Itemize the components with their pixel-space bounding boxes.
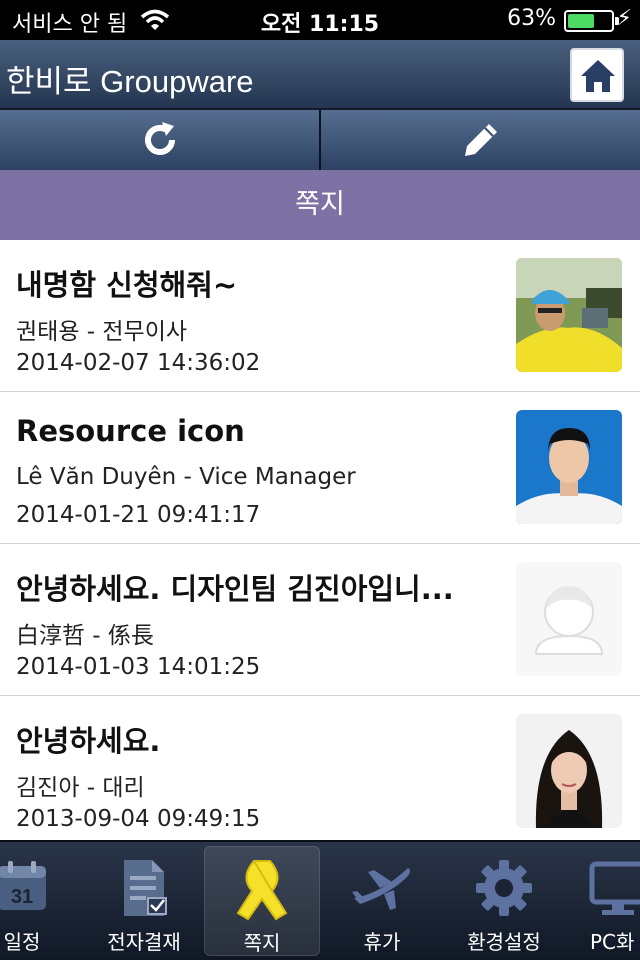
- tab-label: 쪽지: [243, 931, 281, 955]
- refresh-button[interactable]: [0, 110, 321, 170]
- tab-schedule[interactable]: 31 일정: [0, 846, 70, 956]
- tab-bar: 31 일정 전자결재 쪽지 휴가 환경설정 PC화: [0, 840, 640, 960]
- sender-avatar-photo: [516, 714, 622, 828]
- message-subject: 안녕하세요. 디자인팀 김진아입니...: [16, 572, 454, 606]
- ribbon-icon: [236, 860, 288, 921]
- tab-pc-view[interactable]: PC화: [576, 846, 640, 956]
- message-subject: 안녕하세요.: [16, 724, 161, 758]
- tab-settings[interactable]: 환경설정: [452, 846, 556, 956]
- message-sender: 白淳哲 - 係長: [16, 623, 154, 649]
- battery-percent: 63%: [507, 6, 556, 31]
- tab-notes[interactable]: 쪽지: [204, 846, 320, 956]
- airplane-icon: [352, 868, 410, 910]
- section-header: 쪽지: [0, 170, 640, 240]
- tab-label: PC화: [590, 930, 635, 954]
- sender-avatar-photo: [516, 410, 622, 524]
- tab-label: 전자결재: [107, 930, 181, 954]
- home-icon: [581, 60, 615, 92]
- app-title: 한비로 Groupware: [6, 64, 254, 99]
- message-item[interactable]: Resource icon Lê Văn Duyên - Vice Manage…: [0, 392, 640, 544]
- calendar-icon: 31: [0, 861, 46, 910]
- message-date: 2014-02-07 14:36:02: [16, 350, 261, 376]
- document-check-icon: [124, 860, 167, 916]
- battery-icon: [564, 10, 619, 32]
- calendar-day: 31: [11, 886, 33, 908]
- home-button[interactable]: [570, 48, 624, 102]
- tab-label: 휴가: [363, 930, 401, 954]
- message-item[interactable]: 내명함 신청해줘~ 권태용 - 전무이사 2014-02-07 14:36:02: [0, 240, 640, 392]
- status-bar: 서비스 안 됨 오전 11:15 63% ⚡: [0, 0, 640, 40]
- message-subject: Resource icon: [16, 414, 245, 448]
- message-sender: 권태용 - 전무이사: [16, 319, 188, 345]
- message-date: 2014-01-21 09:41:17: [16, 502, 261, 528]
- message-date: 2014-01-03 14:01:25: [16, 654, 261, 680]
- message-subject: 내명함 신청해줘~: [16, 268, 238, 302]
- message-item[interactable]: 안녕하세요. 디자인팀 김진아입니... 白淳哲 - 係長 2014-01-03…: [0, 544, 640, 696]
- sender-avatar-photo: [516, 258, 622, 372]
- message-date: 2013-09-04 09:49:15: [16, 806, 261, 832]
- charging-icon: ⚡: [616, 6, 632, 31]
- compose-button[interactable]: [321, 110, 640, 170]
- placeholder-avatar-icon: [516, 562, 622, 676]
- toolbar: [0, 110, 640, 170]
- gear-icon: [476, 860, 532, 916]
- message-sender: 김진아 - 대리: [16, 775, 145, 801]
- pencil-icon: [464, 124, 497, 156]
- message-list[interactable]: 내명함 신청해줘~ 권태용 - 전무이사 2014-02-07 14:36:02…: [0, 240, 640, 840]
- refresh-icon: [144, 122, 175, 155]
- tab-label: 일정: [3, 930, 41, 954]
- tab-approval[interactable]: 전자결재: [94, 846, 194, 956]
- title-bar: 한비로 Groupware: [0, 40, 640, 110]
- message-sender: Lê Văn Duyên - Vice Manager: [16, 464, 356, 490]
- message-item[interactable]: 안녕하세요. 김진아 - 대리 2013-09-04 09:49:15: [0, 696, 640, 840]
- tab-label: 환경설정: [467, 930, 541, 954]
- monitor-icon: [589, 861, 640, 915]
- tab-vacation[interactable]: 휴가: [332, 846, 432, 956]
